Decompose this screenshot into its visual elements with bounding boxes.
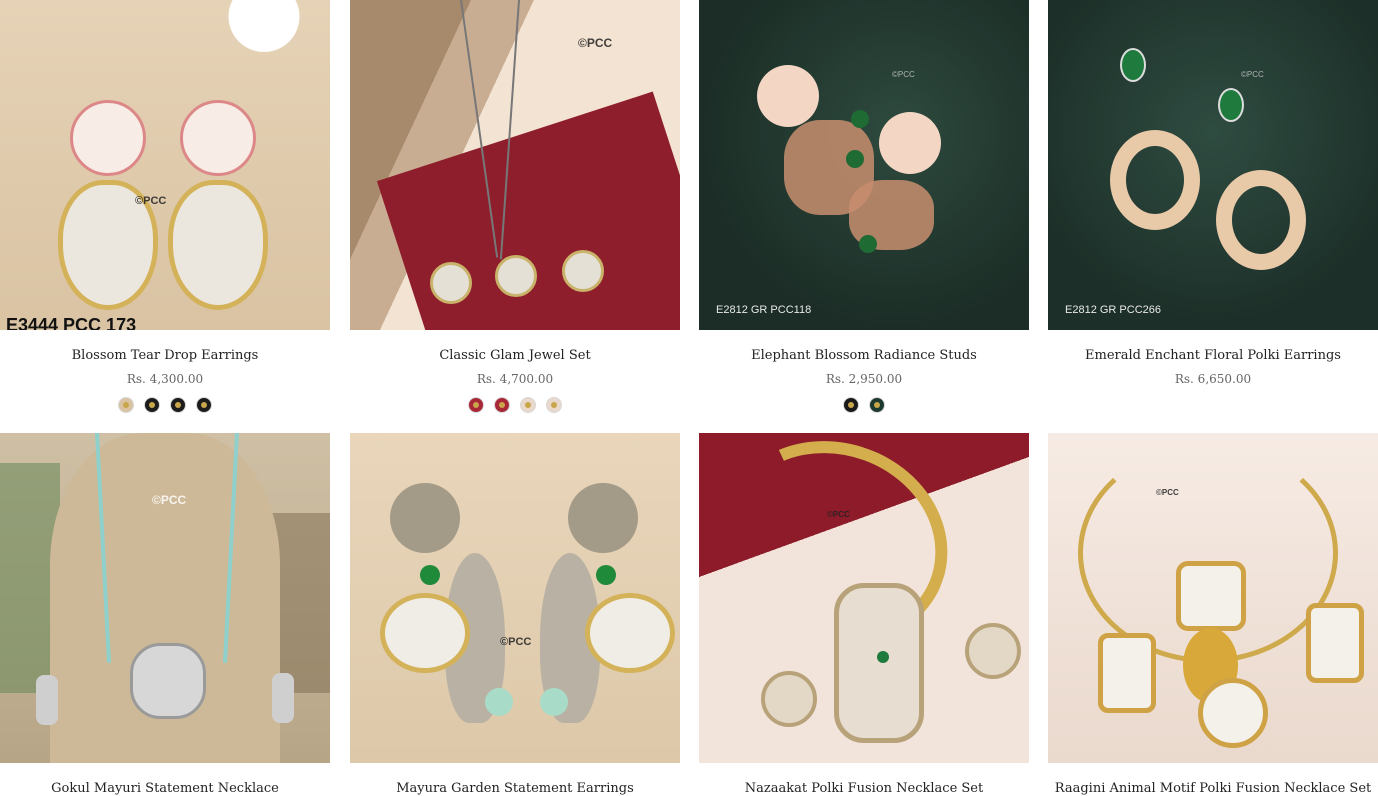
- color-swatch[interactable]: [196, 397, 212, 413]
- watermark: ©PCC: [1156, 488, 1179, 497]
- product-grid: ©PCC E3444 PCC 173 Blossom Tear Drop Ear…: [0, 0, 1378, 796]
- product-image[interactable]: ©PCC E2812 GR PCC118: [699, 0, 1029, 330]
- product-price: Rs. 4,300.00: [126, 372, 204, 386]
- product-name[interactable]: Mayura Garden Statement Earrings: [350, 781, 680, 796]
- product-image[interactable]: ©PCC: [1048, 433, 1378, 763]
- product-code: E2812 GR PCC118: [716, 304, 812, 316]
- product-image[interactable]: ©PCC: [350, 0, 680, 330]
- product-image[interactable]: ©PCC E2812 GR PCC266: [1048, 0, 1378, 330]
- product-name[interactable]: Gokul Mayuri Statement Necklace: [0, 781, 330, 796]
- color-swatch[interactable]: [494, 397, 510, 413]
- watermark: ©PCC: [152, 493, 187, 507]
- watermark: ©PCC: [578, 36, 613, 50]
- product-name[interactable]: Raagini Animal Motif Polki Fusion Neckla…: [1048, 781, 1378, 796]
- product-name[interactable]: Elephant Blossom Radiance Studs: [699, 348, 1029, 363]
- color-swatch[interactable]: [144, 397, 160, 413]
- product-name[interactable]: Blossom Tear Drop Earrings: [0, 348, 330, 363]
- color-swatch[interactable]: [843, 397, 859, 413]
- product-name[interactable]: Nazaakat Polki Fusion Necklace Set: [699, 781, 1029, 796]
- product-name[interactable]: Classic Glam Jewel Set: [350, 348, 680, 363]
- watermark: ©PCC: [827, 510, 850, 519]
- color-swatch[interactable]: [546, 397, 562, 413]
- product-price: Rs. 4,700.00: [476, 372, 554, 386]
- product-code: E3444 PCC 173: [6, 315, 137, 330]
- color-swatch[interactable]: [520, 397, 536, 413]
- watermark: ©PCC: [1241, 70, 1264, 79]
- watermark: ©PCC: [500, 636, 532, 648]
- product-image[interactable]: ©PCC: [0, 433, 330, 763]
- color-swatches: [350, 397, 680, 413]
- product-image[interactable]: ©PCC E3444 PCC 173: [0, 0, 330, 330]
- watermark: ©PCC: [135, 195, 167, 207]
- color-swatches: [699, 397, 1029, 413]
- color-swatch[interactable]: [468, 397, 484, 413]
- product-price: Rs. 6,650.00: [1174, 372, 1252, 386]
- watermark: ©PCC: [892, 70, 915, 79]
- product-code: E2812 GR PCC266: [1065, 304, 1161, 316]
- product-name[interactable]: Emerald Enchant Floral Polki Earrings: [1048, 348, 1378, 363]
- color-swatch[interactable]: [869, 397, 885, 413]
- color-swatch[interactable]: [170, 397, 186, 413]
- product-price: Rs. 2,950.00: [825, 372, 903, 386]
- product-image[interactable]: ©PCC: [350, 433, 680, 763]
- color-swatches: [0, 397, 330, 413]
- color-swatch[interactable]: [118, 397, 134, 413]
- product-image[interactable]: ©PCC: [699, 433, 1029, 763]
